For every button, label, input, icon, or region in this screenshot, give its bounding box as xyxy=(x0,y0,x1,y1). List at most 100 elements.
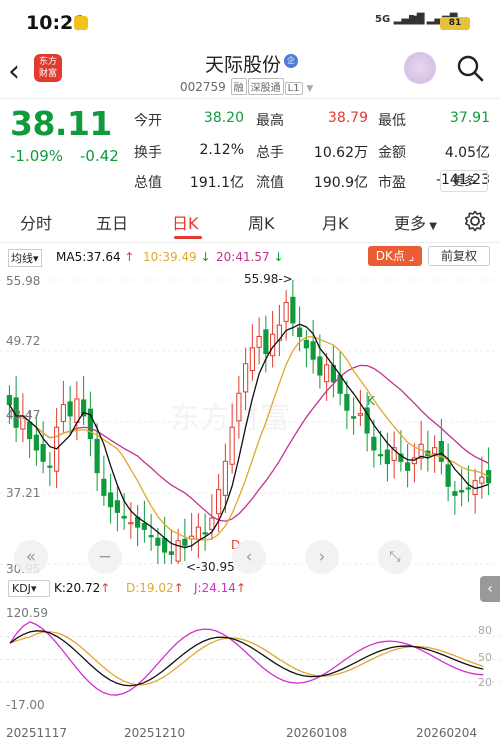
candle-down xyxy=(303,339,309,349)
y-label-max: 55.98 xyxy=(6,274,41,288)
candle-up xyxy=(128,522,134,525)
candle-up xyxy=(216,489,222,515)
candle-down xyxy=(27,421,33,440)
tab-monthly-k[interactable]: 月K xyxy=(322,210,349,234)
minus-icon[interactable]: − xyxy=(88,540,122,574)
assistant-avatar[interactable] xyxy=(404,52,436,84)
y-label-4: 37.21 xyxy=(6,486,41,500)
quote-label-0: 今开 xyxy=(134,113,162,129)
candle-down xyxy=(290,296,296,324)
candle-up xyxy=(236,392,242,422)
current-price: 38.11 xyxy=(10,104,112,143)
ma5-value: MA5:37.64 ↑ xyxy=(56,250,135,264)
quote-label-3: 换手 xyxy=(134,145,162,161)
ma10-line xyxy=(8,335,489,541)
status-bar: 10:21 5G ▂▄▆█ 5G ▂▄▆█ 81 xyxy=(0,0,500,44)
kdj-level-80: 80 xyxy=(478,624,492,637)
candle-down xyxy=(155,537,161,546)
zoom-out-icon[interactable]: « xyxy=(14,540,48,574)
kline-chart[interactable]: 东方财富 xyxy=(0,268,500,576)
candle-down xyxy=(384,449,390,465)
ma-select[interactable]: 均线▾ xyxy=(8,249,42,267)
dk-point-button[interactable]: DK点 ⌟ xyxy=(368,246,422,266)
more-button[interactable]: 更多 xyxy=(440,170,488,192)
kdj-level-20: 20 xyxy=(478,676,492,689)
candle-down xyxy=(452,491,458,496)
candle-up xyxy=(74,398,80,423)
next-icon[interactable]: › xyxy=(305,540,339,574)
dropdown-icon[interactable]: ▼ xyxy=(306,84,313,94)
stock-code-line: 002759 融深股通 L1 ▼ xyxy=(180,78,313,95)
candle-down xyxy=(351,416,357,419)
active-tab-indicator xyxy=(174,236,202,239)
candle-up xyxy=(243,363,249,393)
candle-up xyxy=(256,336,262,348)
tag-margin: 融 xyxy=(230,78,247,95)
change-amount: -0.42 xyxy=(80,147,119,165)
kdj-d-line xyxy=(9,631,484,686)
period-tabs: 分时 五日 日K 周K 月K 更多 ▼ xyxy=(0,200,500,242)
candle-down xyxy=(114,500,120,513)
tab-five-day[interactable]: 五日 xyxy=(96,210,128,234)
kdj-bottom-label: -17.00 xyxy=(6,698,45,712)
candle-down xyxy=(33,434,39,451)
candle-down xyxy=(94,438,100,474)
candle-up xyxy=(175,540,181,562)
ma20-line xyxy=(8,364,489,522)
kdj-chart[interactable] xyxy=(0,600,500,718)
quote-value-3: 2.12% xyxy=(199,142,244,158)
quote-label-2: 最低 xyxy=(378,113,406,129)
ma10-value: 10:39.49 ↓ xyxy=(143,250,211,264)
candle-up xyxy=(229,426,235,465)
back-icon[interactable]: ‹ xyxy=(8,54,20,89)
quote-value-0: 38.20 xyxy=(203,110,244,126)
candle-down xyxy=(438,440,444,462)
tab-intraday[interactable]: 分时 xyxy=(20,210,52,234)
kdj-k-value: K:20.72↑ xyxy=(54,581,111,595)
app-logo: 东方 财富 xyxy=(34,54,62,82)
quote-value-1: 38.79 xyxy=(327,110,368,126)
candle-down xyxy=(47,465,53,468)
search-icon[interactable] xyxy=(456,54,484,82)
adjust-button[interactable]: 前复权 xyxy=(428,246,490,266)
kdj-d-value: D:19.02↑ xyxy=(126,581,184,595)
quote-value-7: 190.9亿 xyxy=(313,175,368,191)
prev-icon[interactable]: ‹ xyxy=(232,540,266,574)
candle-up xyxy=(222,460,228,496)
settings-icon[interactable] xyxy=(464,210,486,232)
candle-down xyxy=(108,492,114,508)
kdj-k-line xyxy=(9,630,484,687)
fullscreen-icon[interactable]: ⤡ xyxy=(378,540,412,574)
candle-up xyxy=(60,404,66,422)
kdj-j-line xyxy=(9,621,484,696)
candle-down xyxy=(141,523,147,530)
quote-label-7: 流值 xyxy=(256,175,284,191)
candle-down xyxy=(67,401,73,417)
candle-down xyxy=(344,393,350,411)
kdj-select[interactable]: KDJ▾ xyxy=(8,580,50,597)
candle-down xyxy=(202,532,208,535)
candle-down xyxy=(40,444,46,462)
x-label-4: 20260204 xyxy=(416,726,478,740)
quote-label-8: 市盈 xyxy=(378,175,406,191)
candle-down xyxy=(317,356,323,376)
candle-up xyxy=(195,526,201,540)
x-label-2: 20251210 xyxy=(124,726,186,740)
y-label-2: 49.72 xyxy=(6,334,41,348)
tag-connect: 深股通 xyxy=(247,78,284,95)
ma20-value: 20:41.57 ↓ xyxy=(216,250,284,264)
candle-down xyxy=(162,538,168,553)
candle-down xyxy=(263,329,269,355)
x-label-3: 20260108 xyxy=(286,726,348,740)
enterprise-badge: 企 xyxy=(284,54,298,68)
tab-more[interactable]: 更多 ▼ xyxy=(394,210,437,234)
tab-weekly-k[interactable]: 周K xyxy=(248,210,275,234)
candle-down xyxy=(297,327,303,338)
quote-label-1: 最高 xyxy=(256,113,284,129)
candle-down xyxy=(101,478,107,496)
candle-down xyxy=(121,515,127,519)
quote-label-4: 总手 xyxy=(256,145,284,161)
tab-daily-k[interactable]: 日K xyxy=(172,210,199,234)
collapse-icon[interactable]: ‹ xyxy=(480,576,500,602)
candle-down xyxy=(405,462,411,471)
